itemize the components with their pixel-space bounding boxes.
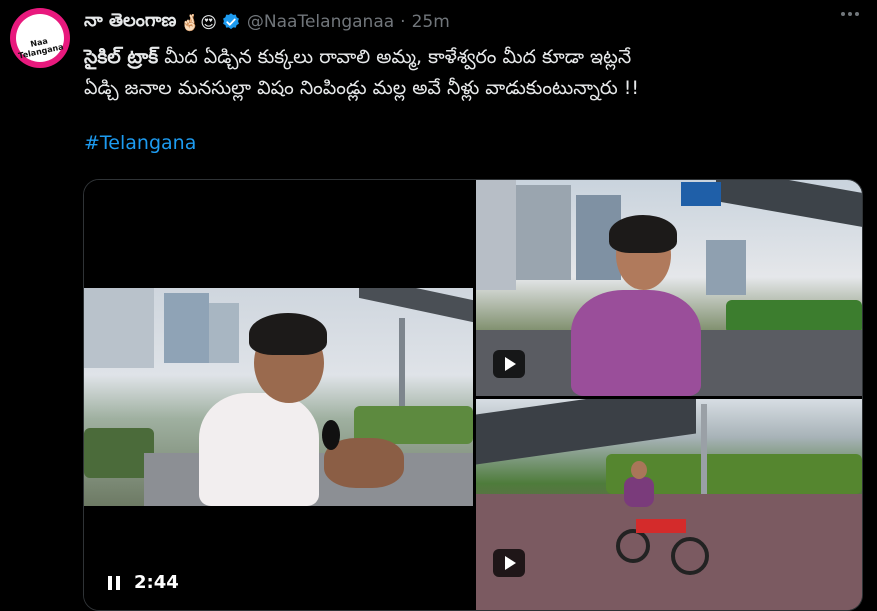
tweet-text-line2: ఏడ్చి జనాల మనసుల్లా విషం నింపిండ్లు మల్ల…: [84, 77, 640, 99]
post-time[interactable]: 25m: [412, 12, 450, 32]
play-icon[interactable]: [493, 350, 525, 378]
pause-icon[interactable]: [108, 575, 120, 590]
avatar-logo-text: Naa Telangana: [17, 36, 65, 61]
author-emojis: 🤞🏻😍: [180, 12, 217, 32]
media-grid: 2:44: [83, 179, 863, 611]
video-controls: 2:44: [108, 572, 179, 593]
tweet-header: నా తెలంగాణ 🤞🏻😍 @NaaTelanganaa · 25m: [84, 8, 857, 36]
avatar[interactable]: Naa Telangana: [10, 8, 70, 68]
video-duration: 2:44: [134, 572, 179, 593]
more-icon[interactable]: [841, 12, 859, 16]
hashtag-link[interactable]: #Telangana: [84, 132, 196, 154]
author-name[interactable]: నా తెలంగాణ: [84, 10, 176, 35]
author-handle[interactable]: @NaaTelanganaa: [247, 12, 394, 32]
media-image-bottom-right[interactable]: [476, 399, 862, 610]
tweet-text-bold: సైకిల్ ట్రాక్: [84, 46, 159, 68]
separator-dot: ·: [400, 12, 406, 32]
media-image-top-right[interactable]: [476, 180, 862, 396]
video-player[interactable]: 2:44: [84, 180, 473, 610]
video-frame: [84, 288, 473, 506]
avatar-logo: Naa Telangana: [16, 14, 64, 62]
tweet-text-line1: మీద ఏడ్చిన కుక్కలు రావాలి అమ్మ, కాళేశ్వర…: [158, 46, 632, 68]
play-icon[interactable]: [493, 549, 525, 577]
verified-badge-icon: [223, 13, 239, 30]
tweet-text: సైకిల్ ట్రాక్ మీద ఏడ్చిన కుక్కలు రావాలి …: [84, 42, 844, 104]
